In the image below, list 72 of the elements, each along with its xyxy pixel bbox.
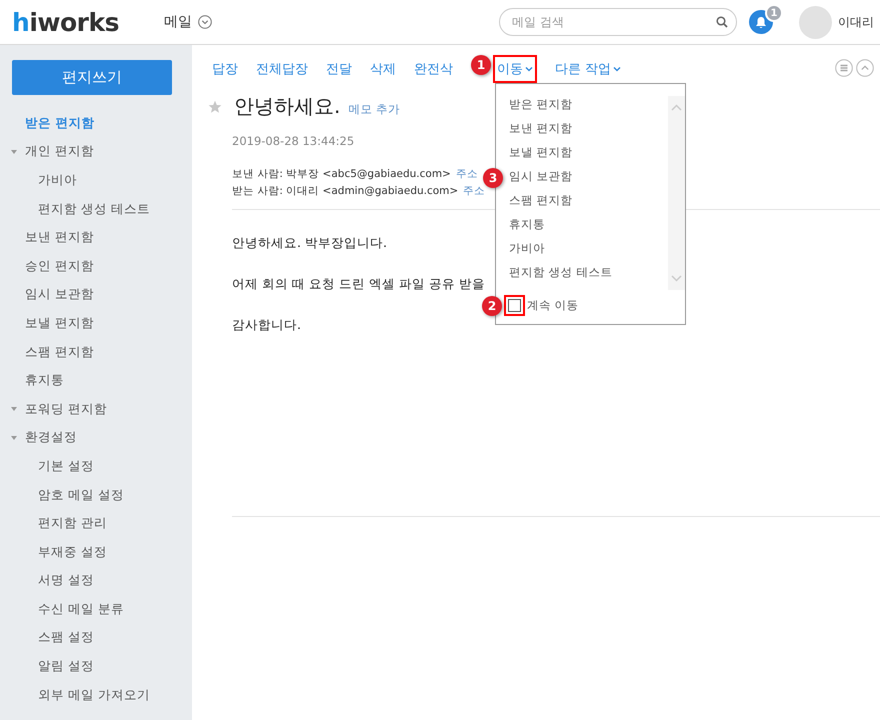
toolbar-link[interactable]: 전체답장	[256, 60, 308, 78]
scroll-down-icon[interactable]	[671, 275, 682, 282]
toolbar-link[interactable]: 삭제	[370, 60, 396, 78]
list-view-icon[interactable]	[835, 59, 853, 77]
sidebar-item[interactable]: 휴지통	[0, 366, 192, 395]
notification-count: 1	[765, 4, 783, 22]
app-menu-label[interactable]: 메일	[164, 13, 192, 31]
step-badge: 1	[471, 55, 491, 75]
menu-item[interactable]: 휴지통	[509, 216, 545, 232]
toolbar-link[interactable]: 답장	[212, 60, 238, 78]
toolbar-dropdown[interactable]: 이동	[497, 60, 533, 78]
checkbox[interactable]	[508, 299, 521, 312]
add-memo-link[interactable]: 메모 추가	[348, 102, 400, 117]
sidebar-item[interactable]: 서명 설정	[0, 566, 192, 596]
sender-line: 보낸 사람: 박부장 <abc5@gabiaedu.com>	[232, 167, 451, 182]
sidebar-item[interactable]: 보낼 편지함	[0, 309, 192, 338]
sidebar-item[interactable]: 스팸 설정	[0, 624, 192, 652]
dropdown-icon[interactable]	[198, 15, 212, 29]
sidebar-item[interactable]: 환경설정	[0, 424, 192, 452]
message-text: 안녕하세요. 박부장입니다.	[232, 235, 388, 250]
avatar[interactable]	[799, 6, 832, 38]
sidebar-item[interactable]: 편지함 생성 테스트	[0, 194, 192, 224]
sidebar-item[interactable]: 수신 메일 분류	[0, 595, 192, 624]
menu-item[interactable]: 임시 보관함	[509, 168, 573, 184]
recipient-line: 받는 사람: 이대리 <admin@gabiaedu.com>	[232, 184, 458, 199]
sidebar-item[interactable]: 가비아	[0, 166, 192, 195]
sidebar-item[interactable]: 승인 편지함	[0, 252, 192, 281]
sidebar-item[interactable]: 외부 메일 가져오기	[0, 680, 192, 710]
star-icon[interactable]	[208, 100, 222, 114]
message-subject: 안녕하세요.	[234, 93, 340, 120]
bell-icon	[755, 16, 767, 28]
sidebar-item[interactable]: 알림 설정	[0, 652, 192, 681]
search-icon[interactable]	[716, 16, 728, 28]
add-contact-link[interactable]: 주소	[463, 183, 486, 200]
sidebar-item[interactable]: 부재중 설정	[0, 538, 192, 566]
sidebar-item[interactable]: 암호 메일 설정	[0, 480, 192, 510]
add-contact-link[interactable]: 주소	[456, 166, 478, 183]
scroll-up-icon[interactable]	[671, 104, 682, 111]
caret-icon	[613, 66, 622, 72]
toolbar-link[interactable]: 완전삭	[414, 60, 453, 78]
sidebar-item[interactable]: 스팸 편지함	[0, 338, 192, 366]
step-badge: 3	[483, 168, 503, 188]
caret-icon[interactable]	[11, 436, 17, 440]
sidebar-item[interactable]: 포워딩 편지함	[0, 394, 192, 424]
message-text: 어제 회의 때 요청 드린 엑셀 파일 공유 받을	[232, 276, 486, 291]
menu-item[interactable]: 보낸 편지함	[509, 120, 573, 136]
sidebar-item[interactable]: 임시 보관함	[0, 280, 192, 310]
message-date: 2019-08-28 13:44:25	[232, 134, 356, 148]
scrollbar[interactable]	[668, 96, 685, 290]
menu-item[interactable]: 스팸 편지함	[509, 192, 573, 208]
step-badge: 2	[482, 296, 502, 316]
sidebar-item[interactable]: 개인 편지함	[0, 138, 192, 166]
sidebar-item[interactable]: 보낸 편지함	[0, 223, 192, 252]
toolbar-dropdown[interactable]: 다른 작업	[555, 60, 622, 78]
user-name[interactable]: 이대리	[838, 14, 874, 30]
caret-icon[interactable]	[11, 406, 17, 411]
checkbox-label[interactable]: 계속 이동	[527, 298, 579, 313]
search-field[interactable]: 메일 검색	[499, 8, 737, 36]
menu-item[interactable]: 보낼 편지함	[509, 144, 573, 160]
logo[interactable]: hiworks	[12, 8, 152, 36]
message-text: 감사합니다.	[232, 317, 302, 332]
caret-icon[interactable]	[11, 150, 17, 154]
sidebar-item[interactable]: 기본 설정	[0, 452, 192, 481]
caret-icon	[525, 66, 533, 72]
sidebar-item[interactable]: 받은 편지함	[0, 109, 192, 138]
sidebar-item[interactable]: 편지함 관리	[0, 509, 192, 538]
toolbar-link[interactable]: 전달	[326, 60, 352, 78]
menu-item[interactable]: 받은 편지함	[509, 96, 573, 112]
collapse-icon[interactable]	[856, 59, 874, 77]
menu-item[interactable]: 편지함 생성 테스트	[509, 264, 612, 280]
menu-item[interactable]: 가비아	[509, 240, 545, 256]
compose-button[interactable]: 편지쓰기	[12, 60, 172, 95]
